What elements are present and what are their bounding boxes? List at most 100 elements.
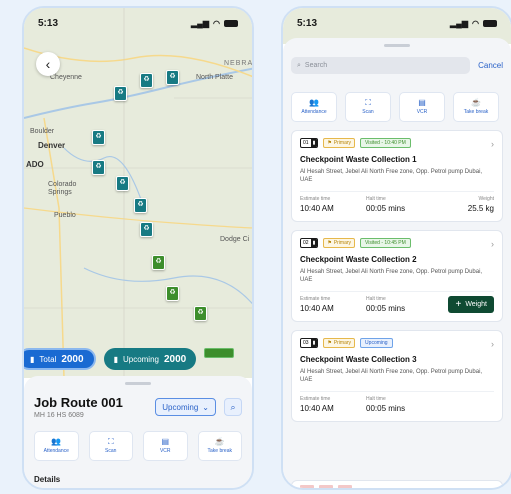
visit-status-badge: Visited - 10:45 PM: [360, 238, 411, 248]
attendance-button[interactable]: 👥 Attendance: [291, 92, 337, 122]
attendance-icon: 👥: [51, 437, 62, 446]
map-label-ado: ADO: [26, 160, 44, 169]
total-chip-label: Total: [39, 354, 57, 364]
sheet-handle[interactable]: [384, 44, 410, 47]
attendance-button[interactable]: 👥 Attendance: [34, 431, 79, 461]
vcr-button[interactable]: ▤ VCR: [143, 431, 188, 461]
checkpoint-card[interactable]: 02 ▮ ⚑ Primary Visited - 10:45 PM › Checkp…: [291, 230, 503, 322]
checkpoint-address: Al Hesah Street, Jebel Ali North Free zo…: [300, 169, 483, 183]
sequence-badge: 02 ▮: [300, 238, 319, 248]
upcoming-chip[interactable]: ▮ Upcoming 2000: [103, 348, 197, 370]
clipboard-icon: ▤: [418, 98, 426, 107]
cancel-button[interactable]: Cancel: [478, 61, 503, 70]
attendance-label: Attendance: [43, 448, 69, 454]
search-icon: ⌕: [230, 401, 236, 412]
total-chip-value: 2000: [61, 353, 84, 365]
estimate-time-label: Estimate time: [300, 396, 331, 402]
take-break-button[interactable]: ☕ Take break: [197, 431, 242, 461]
bin-marker-icon[interactable]: ♻: [152, 255, 165, 270]
priority-label: Primary: [333, 140, 352, 146]
weight-button[interactable]: + Weight: [448, 296, 494, 313]
map-label-colorado: Colorado: [48, 181, 77, 188]
flag-icon: ⚑: [327, 140, 332, 146]
search-button[interactable]: ⌕: [224, 398, 242, 416]
system-icons: ▂▄▆ ◠: [191, 19, 238, 28]
priority-badge: ⚑ Primary: [323, 238, 356, 248]
status-chips: ▮ Total 2000 ▮ Upcoming 2000 ▮ Visite: [24, 348, 235, 370]
plus-icon: +: [455, 298, 462, 310]
scan-button[interactable]: ⛶ Scan: [88, 431, 133, 461]
bin-marker-icon[interactable]: ♻: [140, 222, 153, 237]
sequence-number: 02: [303, 240, 309, 246]
total-chip[interactable]: ▮ Total 2000: [24, 348, 96, 370]
vcr-label: VCR: [416, 109, 428, 115]
chevron-right-icon: ›: [491, 339, 494, 349]
bin-marker-icon[interactable]: ♻: [194, 306, 207, 321]
details-heading: Details: [34, 475, 61, 484]
bin-marker-icon[interactable]: ♻: [140, 73, 153, 88]
estimate-time-label: Estimate time: [300, 196, 331, 202]
bin-marker-icon[interactable]: ♻: [134, 198, 147, 213]
visited-chip[interactable]: ▮ Visite: [204, 348, 235, 358]
halt-time-label: Halt time: [366, 296, 386, 302]
coffee-icon: ☕: [471, 98, 481, 107]
status-dropdown[interactable]: Upcoming ⌄: [155, 398, 216, 416]
take-break-button[interactable]: ☕ Take break: [453, 92, 499, 122]
visit-status-badge: Upcoming: [360, 338, 393, 348]
battery-icon: [224, 19, 238, 27]
clipboard-icon: ▤: [161, 437, 170, 446]
checkpoint-card[interactable]: 03 ▮ ⚑ Primary Upcoming › Checkpoint Waste…: [291, 330, 503, 422]
checkpoint-title: Checkpoint Waste Collection 3: [300, 355, 417, 364]
flag-icon: ⚑: [327, 340, 332, 346]
priority-label: Primary: [333, 340, 352, 346]
bin-marker-icon[interactable]: ♻: [114, 86, 127, 101]
bin-marker-icon[interactable]: ♻: [166, 70, 179, 85]
chevron-right-icon: ›: [491, 139, 494, 149]
search-input[interactable]: ⌕ Search: [291, 57, 471, 74]
chevron-down-icon: ⌄: [202, 402, 209, 412]
chevron-left-icon: ‹: [45, 56, 51, 72]
weight-button-label: Weight: [465, 301, 487, 308]
checkpoint-card[interactable]: 01 ▮ ⚑ Primary Visited - 10:40 PM › Checkp…: [291, 130, 503, 222]
search-placeholder: Search: [304, 62, 328, 69]
bin-marker-icon[interactable]: ♻: [116, 176, 129, 191]
bin-marker-icon[interactable]: ♻: [92, 160, 105, 175]
scan-label: Scan: [362, 109, 374, 115]
map-label-state: NEBRA: [224, 60, 254, 67]
back-button[interactable]: ‹: [36, 52, 60, 76]
bin-marker-icon[interactable]: ♻: [92, 130, 105, 145]
route-sheet: Job Route 001 MH 16 HS 6089 Upcoming ⌄ ⌕…: [24, 376, 252, 488]
wifi-icon: ◠: [213, 18, 220, 28]
bin-icon: ▮: [209, 350, 212, 356]
attendance-icon: 👥: [309, 98, 319, 107]
search-screen: 5:13 ▂▄▆ ◠ ⌕ Search Cancel 👥 Attendance …: [281, 6, 511, 490]
marker-icon: ▮: [310, 239, 318, 247]
checkpoint-title: Checkpoint Waste Collection 1: [300, 155, 417, 164]
estimate-time-value: 10:40 AM: [300, 204, 334, 213]
next-card-peek[interactable]: [291, 480, 503, 488]
checkpoint-address: Al Hesah Street, Jebel Ali North Free zo…: [300, 269, 483, 283]
scan-label: Scan: [105, 448, 117, 454]
action-row: 👥 Attendance ⛶ Scan ▤ VCR ☕ Take break: [34, 431, 242, 461]
visit-status-badge: Visited - 10:40 PM: [360, 138, 411, 148]
scan-button[interactable]: ⛶ Scan: [345, 92, 391, 122]
sequence-badge: 01 ▮: [300, 138, 319, 148]
status-time: 5:13: [297, 17, 318, 29]
map-label-denver: Denver: [38, 141, 66, 150]
bin-marker-icon[interactable]: ♻: [166, 286, 179, 301]
map-label-north-platte: North Platte: [196, 74, 233, 81]
status-time: 5:13: [38, 17, 59, 29]
vcr-button[interactable]: ▤ VCR: [399, 92, 445, 122]
route-vehicle: MH 16 HS 6089: [34, 412, 84, 419]
signal-icon: ▂▄▆: [450, 18, 469, 28]
status-bar: 5:13 ▂▄▆ ◠: [283, 8, 511, 38]
route-map[interactable]: ‹ NEBRA North Platte Cheyenne Boulder De…: [24, 8, 252, 378]
action-row: 👥 Attendance ⛶ Scan ▤ VCR ☕ Take break: [291, 92, 503, 122]
sequence-badge: 03 ▮: [300, 338, 319, 348]
sheet-handle[interactable]: [125, 382, 151, 385]
scan-icon: ⛶: [365, 98, 371, 107]
vcr-label: VCR: [159, 448, 171, 454]
map-label-dodge: Dodge Ci: [220, 236, 250, 243]
checkpoint-title: Checkpoint Waste Collection 2: [300, 255, 417, 264]
checkpoint-sheet: ⌕ Search Cancel 👥 Attendance ⛶ Scan ▤ VC…: [283, 38, 511, 488]
